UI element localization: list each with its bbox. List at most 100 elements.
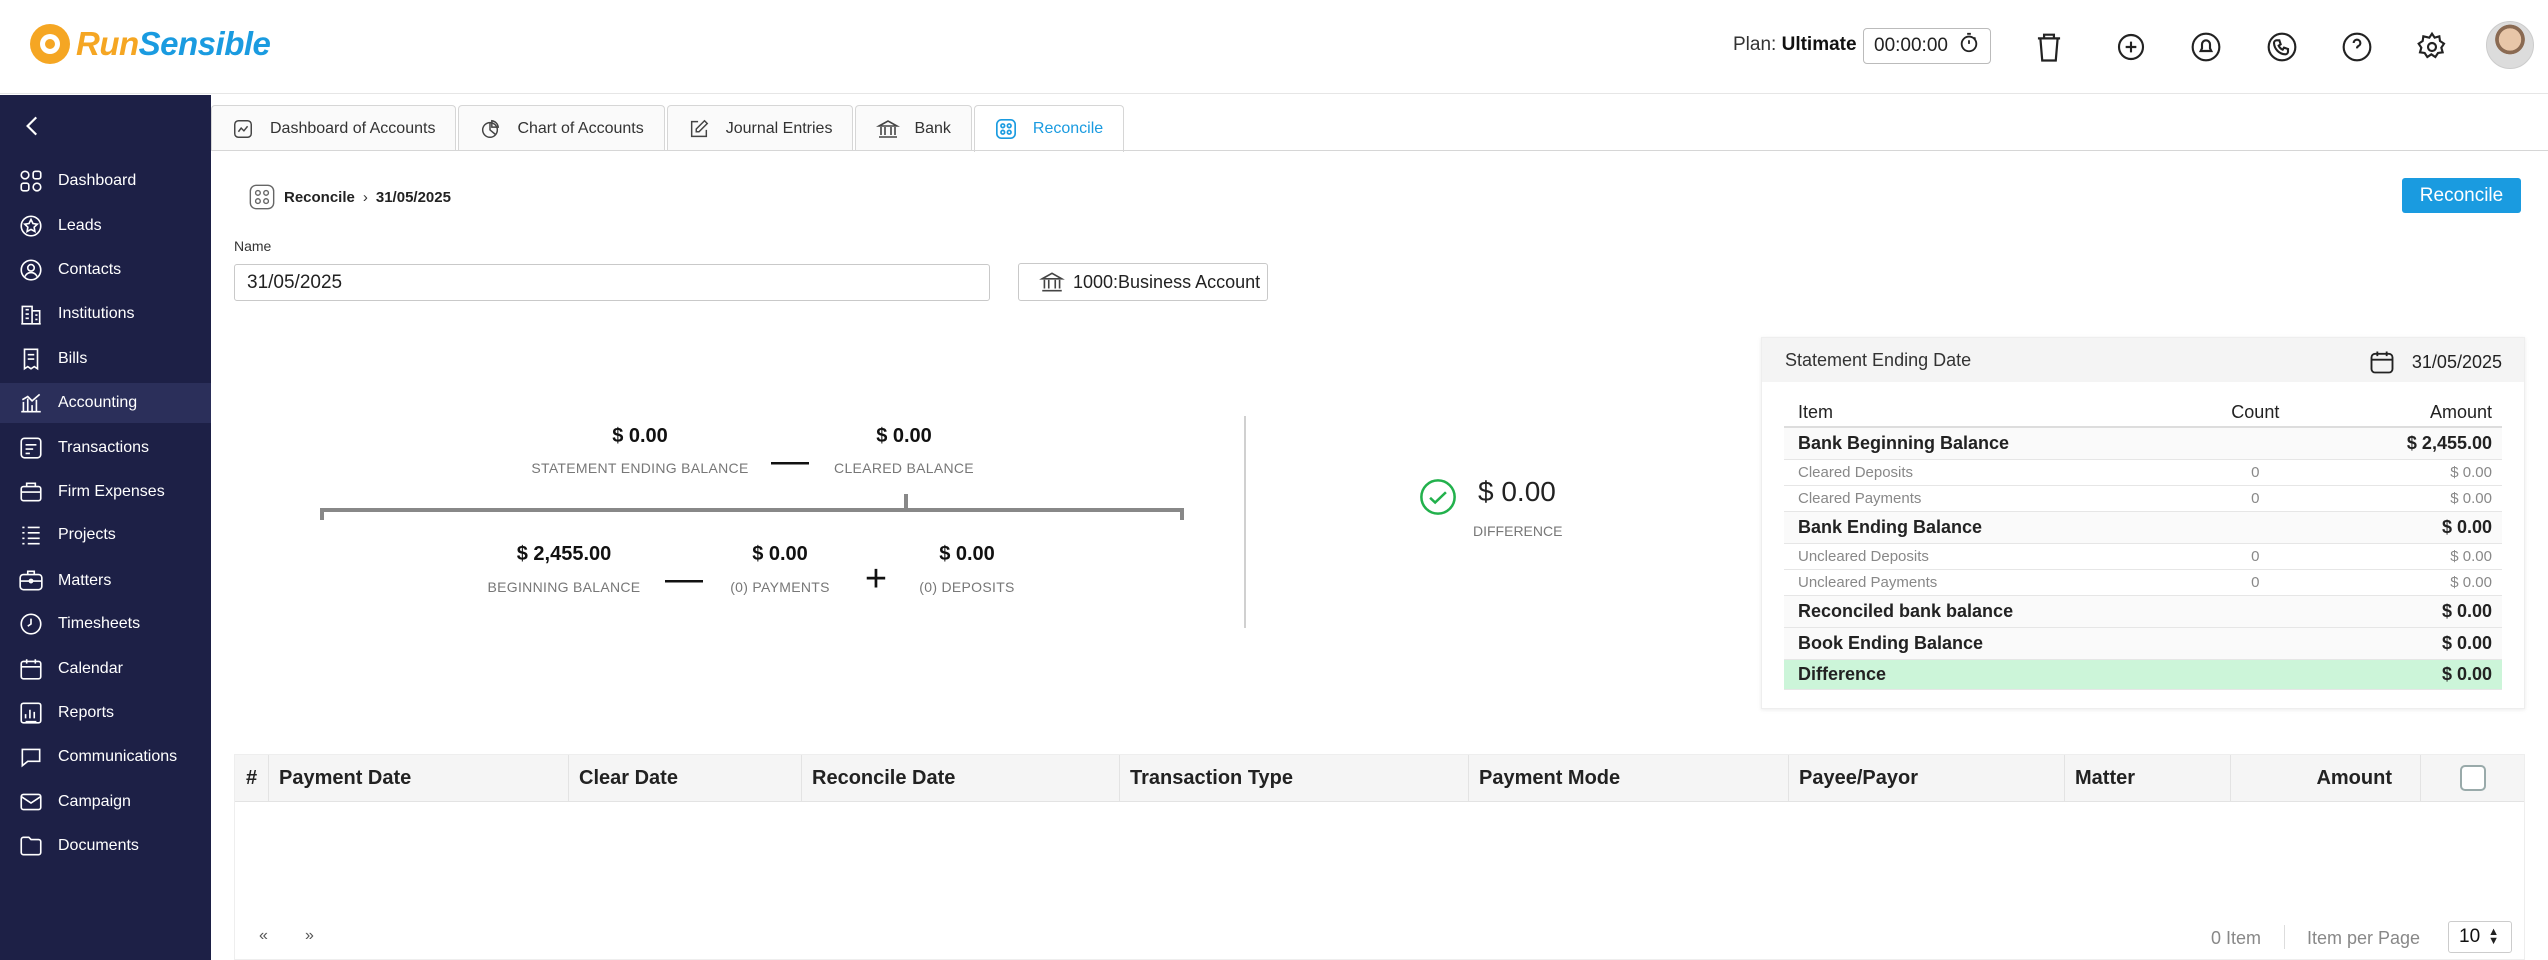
sidebar-item-calendar[interactable]: Calendar	[0, 649, 211, 689]
summary-count-cell: 0	[2191, 569, 2320, 596]
gear-icon[interactable]	[2413, 28, 2451, 66]
col-clear-date[interactable]: Clear Date	[569, 755, 802, 802]
check-circle-icon	[1419, 478, 1457, 521]
summary-amount-cell: $ 0.00	[2319, 543, 2502, 570]
col-reconcile-date[interactable]: Reconcile Date	[802, 755, 1120, 802]
sidebar-item-label: Transactions	[58, 439, 149, 456]
logo-text: RunSensible	[76, 25, 271, 62]
summary-count-cell: 0	[2191, 543, 2320, 570]
select-all-checkbox[interactable]	[2460, 765, 2486, 791]
sidebar-item-label: Reports	[58, 704, 115, 721]
matters-icon	[16, 566, 46, 596]
timer-widget[interactable]: 00:00:00	[1863, 28, 1991, 64]
items-per-page-select[interactable]: 10 ▲ ▼	[2448, 921, 2512, 953]
sidebar: Dashboard Leads Contacts Institutions Bills A…	[0, 95, 211, 960]
statement-date: 31/05/2025	[2411, 351, 2502, 372]
logo[interactable]: RunSensible	[30, 24, 271, 64]
col-matter[interactable]: Matter	[2065, 755, 2231, 802]
statement-ending-balance-value: $ 0.00	[612, 425, 668, 447]
breadcrumb-root[interactable]: Reconcile	[284, 189, 355, 206]
accounting-icon	[16, 388, 46, 418]
col-transaction-type[interactable]: Transaction Type	[1120, 755, 1469, 802]
statement-date-picker[interactable]: 31/05/2025	[2368, 348, 2502, 376]
phone-icon[interactable]	[2263, 28, 2301, 66]
add-time-icon[interactable]	[2112, 28, 2150, 66]
name-input[interactable]	[234, 264, 990, 301]
summary-row-bank-ending-balance: Bank Ending Balance $ 0.00	[1784, 511, 2502, 544]
col-payee-payor[interactable]: Payee/Payor	[1789, 755, 2065, 802]
trash-icon[interactable]	[2030, 28, 2068, 66]
avatar[interactable]	[2486, 21, 2534, 69]
sidebar-item-institutions[interactable]: Institutions	[0, 294, 211, 334]
dashboard-icon	[16, 166, 46, 196]
summary-count-cell: 0	[2191, 459, 2320, 486]
tab-dashboard-of-accounts[interactable]: Dashboard of Accounts	[211, 105, 457, 151]
sidebar-item-label: Firm Expenses	[58, 483, 165, 500]
notification-bell-icon[interactable]	[2187, 28, 2225, 66]
help-icon[interactable]	[2338, 28, 2376, 66]
sidebar-item-label: Calendar	[58, 660, 123, 677]
sidebar-item-label: Dashboard	[58, 172, 137, 189]
sidebar-item-accounting[interactable]: Accounting	[0, 383, 211, 423]
summary-item-cell: Uncleared Payments	[1784, 569, 2192, 596]
reconcile-icon	[248, 183, 276, 211]
bills-icon	[16, 344, 46, 374]
sidebar-item-dashboard[interactable]: Dashboard	[0, 161, 211, 201]
summary-row-uncleared-deposits: Uncleared Deposits 0 $ 0.00	[1784, 543, 2502, 570]
sidebar-item-projects[interactable]: Projects	[0, 515, 211, 555]
sidebar-item-leads[interactable]: Leads	[0, 206, 211, 246]
contacts-icon	[16, 255, 46, 285]
sidebar-item-matters[interactable]: Matters	[0, 561, 211, 601]
card-title: Statement Ending Date	[1785, 350, 1972, 370]
stopwatch-icon[interactable]	[1958, 32, 1980, 60]
tab-reconcile[interactable]: Reconcile	[973, 105, 1125, 152]
summary-item-cell: Reconciled bank balance	[1784, 595, 2192, 628]
pager-next[interactable]: »	[305, 927, 314, 945]
sidebar-item-timesheets[interactable]: Timesheets	[0, 604, 211, 644]
sort-arrows-icon: ▲ ▼	[2488, 926, 2499, 947]
sidebar-item-label: Leads	[58, 217, 102, 234]
sidebar-item-contacts[interactable]: Contacts	[0, 250, 211, 290]
statement-summary-card: Statement Ending Date 31/05/2025 Item Co…	[1761, 337, 2525, 709]
sidebar-item-communications[interactable]: Communications	[0, 737, 211, 777]
sidebar-item-firm-expenses[interactable]: Firm Expenses	[0, 472, 211, 512]
sidebar-item-transactions[interactable]: Transactions	[0, 428, 211, 468]
col-amount: Amount	[2319, 399, 2502, 428]
summary-item-cell: Uncleared Deposits	[1784, 543, 2192, 570]
summary-count-cell	[2191, 427, 2320, 460]
transactions-icon	[16, 433, 46, 463]
sidebar-item-documents[interactable]: Documents	[0, 826, 211, 866]
col-index[interactable]: #	[235, 755, 269, 802]
sidebar-item-label: Projects	[58, 526, 116, 543]
reconcile-button[interactable]: Reconcile	[2402, 178, 2521, 213]
calendar-icon	[16, 654, 46, 684]
summary-amount-cell: $ 0.00	[2319, 485, 2502, 512]
summary-count-cell	[2191, 627, 2320, 660]
tab-journal-entries[interactable]: Journal Entries	[666, 105, 854, 151]
pager-prev[interactable]: «	[259, 927, 268, 945]
projects-icon	[16, 520, 46, 550]
account-label: 1000:Business Account	[1073, 271, 1261, 292]
summary-table: Item Count Amount Bank Beginning Balance…	[1784, 399, 2502, 690]
col-payment-mode[interactable]: Payment Mode	[1469, 755, 1789, 802]
payments-label: (0) PAYMENTS	[730, 579, 830, 595]
sidebar-item-label: Contacts	[58, 261, 122, 278]
sidebar-item-campaign[interactable]: Campaign	[0, 782, 211, 822]
chevron-right-icon: ›	[362, 188, 368, 206]
tab-label: Reconcile	[1032, 120, 1104, 137]
collapse-sidebar-icon[interactable]	[20, 113, 46, 139]
summary-row-cleared-deposits: Cleared Deposits 0 $ 0.00	[1784, 459, 2502, 486]
col-payment-date[interactable]: Payment Date	[269, 755, 569, 802]
communications-icon	[16, 742, 46, 772]
sidebar-item-reports[interactable]: Reports	[0, 693, 211, 733]
pager-divider	[2284, 925, 2285, 949]
account-selector[interactable]: 1000:Business Account	[1018, 263, 1268, 301]
tab-label: Dashboard of Accounts	[270, 119, 436, 137]
col-amount[interactable]: Amount	[2231, 755, 2421, 802]
tab-bank[interactable]: Bank	[855, 105, 972, 151]
tab-chart-of-accounts[interactable]: Chart of Accounts	[458, 105, 665, 151]
timer-value: 00:00:00	[1874, 35, 1948, 56]
calendar-icon[interactable]	[2368, 348, 2396, 376]
summary-item-cell: Cleared Deposits	[1784, 459, 2192, 486]
sidebar-item-bills[interactable]: Bills	[0, 339, 211, 379]
